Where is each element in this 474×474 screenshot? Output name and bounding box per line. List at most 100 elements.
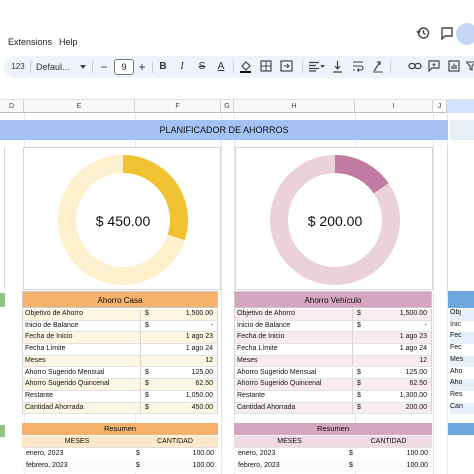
column-header-i[interactable]: I — [355, 100, 433, 113]
vehiculo-row-currency: $ — [357, 391, 361, 399]
column-header-k[interactable] — [447, 100, 474, 113]
casa-row[interactable]: Fecha Límite 1 ago 24 — [22, 344, 218, 356]
casa-summary-month: febrero, 2023 — [26, 462, 68, 469]
text-rotation-icon[interactable] — [372, 60, 384, 73]
casa-row-currency: $ — [145, 321, 149, 329]
vehiculo-summary-currency: $ — [349, 462, 353, 469]
column-header-d[interactable]: D — [0, 100, 24, 113]
donut-card-casa[interactable]: $ 450.00 — [23, 147, 221, 290]
casa-row-currency: $ — [145, 391, 149, 399]
casa-summary-col-header[interactable]: CANTIDAD — [132, 436, 218, 448]
vehiculo-summary-row[interactable]: febrero, 2023 $100.00 — [234, 461, 432, 473]
vehiculo-row-value: 125.00 — [405, 368, 427, 376]
increase-font-size-button[interactable]: + — [136, 59, 148, 75]
menu-extensions[interactable]: Extensions — [8, 37, 52, 47]
vehiculo-row-value: 1 ago 24 — [399, 345, 427, 353]
align-chevron-icon[interactable] — [320, 65, 325, 68]
align-left-icon[interactable] — [308, 61, 320, 72]
casa-summary-title[interactable]: Resumen — [22, 423, 218, 435]
casa-summary-row[interactable]: enero, 2023 $100.00 — [22, 449, 218, 461]
vehiculo-row[interactable]: Fecha Límite 1 ago 24 — [234, 344, 432, 356]
insert-comment-icon[interactable] — [428, 60, 440, 72]
merge-cells-icon[interactable] — [280, 60, 293, 72]
casa-summary-col-header[interactable]: MESES — [22, 436, 132, 448]
font-family-select[interactable]: Defaul... — [36, 59, 80, 75]
fill-color-icon[interactable] — [239, 60, 252, 73]
vehiculo-row-value: 1,300.00 — [399, 391, 427, 399]
vehiculo-row[interactable]: Cantidad Ahorrada $200.00 — [234, 402, 432, 415]
column-header-g[interactable]: G — [221, 100, 234, 113]
comment-icon[interactable] — [440, 26, 454, 40]
casa-row[interactable]: Cantidad Ahorrada $450.00 — [22, 402, 218, 415]
column-header-e[interactable]: E — [24, 100, 135, 113]
italic-button[interactable]: I — [175, 59, 189, 75]
text-wrap-icon[interactable] — [352, 60, 364, 73]
vehiculo-row[interactable]: Ahorro Sugerido Mensual $125.00 — [234, 367, 432, 380]
casa-row-value: 1 ago 23 — [185, 333, 213, 341]
casa-row[interactable]: Ahorro Sugerido Mensual $125.00 — [22, 367, 218, 380]
bold-button[interactable]: B — [156, 59, 170, 75]
summary-table-vehiculo: Resumen MESES CANTIDAD enero, 2023 $100.00 fe… — [234, 423, 432, 474]
vehiculo-row[interactable]: Ahorro Sugerido Quincenal $62.50 — [234, 379, 432, 391]
vehiculo-row-currency: $ — [357, 403, 361, 411]
vehiculo-row-label: Inicio de Balance — [237, 321, 291, 329]
casa-row-label: Meses — [25, 356, 46, 364]
vehiculo-summary-row[interactable]: enero, 2023 $100.00 — [234, 449, 432, 461]
vehiculo-summary-title[interactable]: Resumen — [234, 423, 432, 435]
account-avatar[interactable] — [456, 23, 474, 45]
vehiculo-row-value: 62.50 — [409, 380, 427, 388]
casa-row[interactable]: Meses 12 — [22, 355, 218, 368]
donut-card-vehiculo[interactable]: $ 200.00 — [235, 147, 433, 290]
casa-row-label: Inicio de Balance — [25, 321, 79, 329]
vehiculo-row-label: Objetivo de Ahorro — [237, 310, 295, 317]
decrease-font-size-button[interactable]: − — [98, 59, 110, 75]
vehiculo-summary-month: enero, 2023 — [238, 450, 276, 457]
insert-link-icon[interactable] — [408, 61, 422, 71]
vertical-align-icon[interactable] — [332, 60, 343, 73]
summary-table-casa: Resumen MESES CANTIDAD enero, 2023 $100.00 fe… — [22, 423, 218, 474]
strikethrough-button[interactable]: S — [195, 59, 209, 75]
casa-summary-currency: $ — [136, 450, 140, 457]
vehiculo-row-label: Meses — [237, 356, 258, 364]
column-header-h[interactable]: H — [234, 100, 355, 113]
more-formats-button[interactable]: 123 — [10, 59, 26, 75]
vehiculo-row-value: 1,500.00 — [399, 310, 427, 317]
casa-row[interactable]: Ahorro Sugerido Quincenal $62.50 — [22, 379, 218, 391]
casa-row[interactable]: Fecha de Inicio 1 ago 23 — [22, 332, 218, 345]
casa-summary-currency: $ — [136, 462, 140, 469]
vehiculo-row-currency: $ — [357, 321, 361, 329]
vehiculo-row[interactable]: Meses 12 — [234, 355, 432, 368]
column-header-j[interactable]: J — [433, 100, 447, 113]
insert-chart-icon[interactable] — [448, 60, 460, 72]
table-header-casa[interactable]: Ahorro Casa — [22, 291, 218, 308]
casa-row-currency: $ — [145, 380, 149, 388]
column-header-f[interactable]: F — [135, 100, 221, 113]
casa-row[interactable]: Restante $1,050.00 — [22, 390, 218, 403]
vehiculo-row[interactable]: Objetivo de Ahorro $1,500.00 — [234, 309, 432, 321]
font-size-input[interactable]: 9 — [114, 59, 134, 75]
casa-row[interactable]: Objetivo de Ahorro $1,500.00 — [22, 309, 218, 321]
text-color-button[interactable]: A — [214, 59, 228, 75]
vehiculo-summary-col-header[interactable]: MESES — [234, 436, 345, 448]
borders-icon[interactable] — [260, 60, 272, 72]
vehiculo-row[interactable]: Fecha de Inicio 1 ago 23 — [234, 332, 432, 345]
column-header-row: D E F G H I J — [0, 99, 474, 113]
toolbar: 123 Defaul... − 9 + B I S A — [4, 56, 474, 78]
menu-help[interactable]: Help — [59, 37, 78, 47]
right-partial-row-label: Fec — [450, 332, 474, 345]
vehiculo-row[interactable]: Inicio de Balance $ - — [234, 320, 432, 333]
right-partial-row-label: Aho — [450, 367, 474, 380]
chevron-down-icon[interactable] — [80, 65, 86, 69]
history-icon[interactable] — [416, 26, 430, 40]
filter-icon[interactable] — [466, 61, 474, 71]
table-ahorro-casa: Ahorro Casa Objetivo de Ahorro $1,500.00 I… — [22, 291, 218, 415]
planner-title-banner[interactable]: PLANIFICADOR DE AHORROS — [0, 120, 448, 140]
left-partial-card — [0, 147, 5, 290]
vehiculo-row[interactable]: Restante $1,300.00 — [234, 390, 432, 403]
casa-row[interactable]: Inicio de Balance $ - — [22, 320, 218, 333]
table-header-vehiculo[interactable]: Ahorro Vehículo — [234, 291, 432, 308]
casa-summary-row[interactable]: febrero, 2023 $100.00 — [22, 461, 218, 473]
vehiculo-summary-col-header[interactable]: CANTIDAD — [345, 436, 432, 448]
casa-row-currency: $ — [145, 310, 149, 317]
casa-row-label: Cantidad Ahorrada — [25, 403, 84, 411]
